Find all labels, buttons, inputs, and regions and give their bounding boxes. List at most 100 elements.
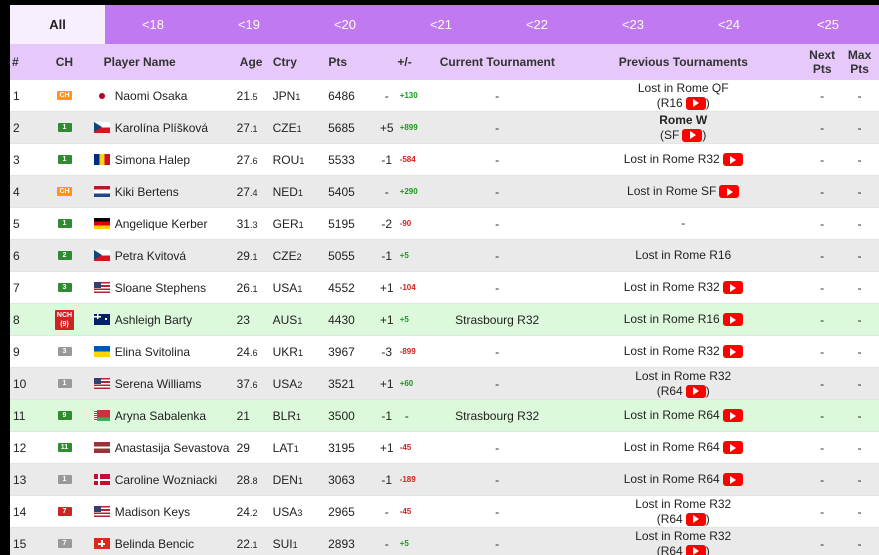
- player-name-cell[interactable]: Petra Kvitová: [92, 249, 234, 263]
- youtube-icon[interactable]: [722, 345, 743, 358]
- age: 27.1: [234, 121, 270, 135]
- country-flag-icon: [93, 218, 110, 229]
- player-name-cell[interactable]: Naomi Osaka: [92, 89, 234, 103]
- header-max-pts[interactable]: Max Pts: [840, 48, 879, 76]
- tab-under-24[interactable]: <24: [681, 5, 777, 44]
- country-rank: 2: [296, 251, 302, 262]
- rank: 12: [13, 440, 27, 455]
- previous-text: Lost in Rome R32: [623, 344, 720, 358]
- player-name[interactable]: Serena Williams: [115, 377, 202, 391]
- country-flag-icon: [93, 314, 110, 325]
- rank: 1: [13, 88, 20, 103]
- player-name[interactable]: Anastasija Sevastova: [115, 441, 230, 455]
- player-name[interactable]: Elina Svitolina: [115, 345, 190, 359]
- youtube-icon[interactable]: [722, 441, 743, 454]
- next-points: -: [820, 536, 825, 551]
- tab-under-20[interactable]: <20: [297, 5, 393, 44]
- career-high-badge: 1: [57, 123, 72, 132]
- header-rank[interactable]: #: [10, 55, 37, 69]
- player-name[interactable]: Naomi Osaka: [115, 89, 188, 103]
- header-plus-minus[interactable]: +/-: [377, 55, 432, 69]
- rank: 2: [13, 120, 20, 135]
- header-ch[interactable]: CH: [37, 55, 91, 69]
- player-name[interactable]: Belinda Bencic: [115, 537, 194, 551]
- previous-text-2: (R64: [656, 383, 683, 398]
- player-name[interactable]: Karolína Plíšková: [115, 121, 208, 135]
- player-name-cell[interactable]: Sloane Stephens: [92, 281, 234, 295]
- header-age[interactable]: Age: [234, 55, 270, 69]
- player-name-cell[interactable]: Angelique Kerber: [92, 217, 234, 231]
- tab-under-18[interactable]: <18: [105, 5, 201, 44]
- career-high: 9: [37, 411, 91, 420]
- youtube-icon[interactable]: [685, 544, 706, 555]
- player-name-cell[interactable]: Serena Williams: [92, 377, 234, 391]
- player-name-cell[interactable]: Ashleigh Barty: [92, 313, 234, 327]
- player-name[interactable]: Sloane Stephens: [115, 281, 206, 295]
- player-name-cell[interactable]: Aryna Sabalenka: [92, 409, 234, 423]
- tab-under-25[interactable]: <25: [777, 5, 879, 44]
- youtube-icon[interactable]: [722, 153, 743, 166]
- player-name[interactable]: Caroline Wozniacki: [115, 473, 218, 487]
- header-country[interactable]: Ctry: [270, 55, 325, 69]
- header-previous-tournaments[interactable]: Previous Tournaments: [562, 55, 804, 70]
- age: 28.8: [234, 473, 270, 487]
- tab-under-21[interactable]: <21: [393, 5, 489, 44]
- youtube-icon[interactable]: [685, 512, 706, 526]
- player-name-cell[interactable]: Madison Keys: [92, 505, 234, 519]
- player-name[interactable]: Madison Keys: [115, 505, 190, 519]
- age-years: 26: [236, 280, 250, 295]
- header-player-name[interactable]: Player Name: [92, 55, 234, 69]
- youtube-icon[interactable]: [719, 185, 740, 198]
- previous-line: Rome W: [659, 113, 707, 128]
- player-name-cell[interactable]: Simona Halep: [92, 153, 234, 167]
- youtube-icon[interactable]: [682, 128, 703, 142]
- player-name-cell[interactable]: Caroline Wozniacki: [92, 473, 234, 487]
- header-current-tournament[interactable]: Current Tournament: [432, 55, 562, 69]
- player-name-cell[interactable]: Anastasija Sevastova: [92, 441, 234, 455]
- youtube-icon[interactable]: [685, 384, 706, 398]
- career-high: CH: [37, 187, 91, 196]
- rank: 4: [13, 184, 20, 199]
- youtube-icon[interactable]: [722, 409, 743, 422]
- table-row: 2 1 Karolína Plíšková 27.1 CZE1 5685 +5 +…: [10, 112, 879, 144]
- player-name-cell[interactable]: Belinda Bencic: [92, 537, 234, 551]
- career-high: 11: [37, 443, 91, 452]
- youtube-icon[interactable]: [722, 313, 743, 326]
- country: SUI1: [270, 537, 325, 551]
- age: 29.1: [234, 249, 270, 263]
- tab-under-22[interactable]: <22: [489, 5, 585, 44]
- player-name[interactable]: Aryna Sabalenka: [115, 409, 206, 423]
- close-paren: ): [705, 383, 710, 398]
- points: 3500: [328, 408, 355, 423]
- rank-change: -: [384, 504, 389, 519]
- player-name-cell[interactable]: Kiki Bertens: [92, 185, 234, 199]
- previous-tournaments: Lost in Rome R32 (R64): [562, 369, 804, 399]
- player-name-cell[interactable]: Elina Svitolina: [92, 345, 234, 359]
- youtube-icon[interactable]: [722, 473, 743, 486]
- points: 5533: [328, 152, 355, 167]
- career-high-badge: 3: [57, 347, 72, 356]
- current-tournament: Strasbourg R32: [455, 312, 540, 327]
- header-next-pts[interactable]: Next Pts: [804, 48, 840, 76]
- player-name[interactable]: Kiki Bertens: [115, 185, 179, 199]
- rank-change: +1: [379, 280, 394, 295]
- country: ROU1: [270, 153, 325, 167]
- country: CZE1: [270, 121, 325, 135]
- player-name[interactable]: Simona Halep: [115, 153, 190, 167]
- rank: 13: [13, 472, 27, 487]
- player-name[interactable]: Angelique Kerber: [115, 217, 208, 231]
- tab-under-19[interactable]: <19: [201, 5, 297, 44]
- youtube-icon[interactable]: [685, 96, 706, 110]
- age-decimal: .1: [249, 283, 258, 294]
- tab-under-23[interactable]: <23: [585, 5, 681, 44]
- player-name-cell[interactable]: Karolína Plíšková: [92, 121, 234, 135]
- tab-all[interactable]: All: [10, 5, 105, 44]
- previous-text: Lost in Rome R64: [623, 440, 720, 454]
- player-name[interactable]: Ashleigh Barty: [115, 313, 192, 327]
- youtube-icon[interactable]: [722, 281, 743, 294]
- previous-text: Lost in Rome R32: [635, 528, 732, 543]
- player-name[interactable]: Petra Kvitová: [115, 249, 186, 263]
- header-points[interactable]: Pts: [325, 55, 377, 69]
- plus-minus: +1 -104: [377, 281, 432, 295]
- current-tournament: Strasbourg R32: [455, 408, 540, 423]
